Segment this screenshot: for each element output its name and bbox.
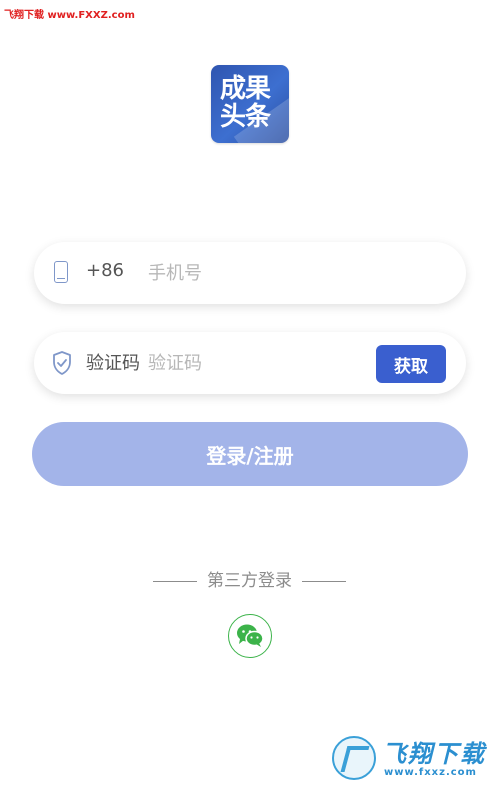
code-input-row: 验证码 获取 bbox=[34, 332, 466, 394]
wechat-login-button[interactable] bbox=[228, 614, 272, 658]
get-code-button[interactable]: 获取 bbox=[376, 345, 446, 383]
wechat-icon bbox=[237, 624, 264, 647]
logo-line2: 头条 bbox=[220, 102, 271, 132]
watermark-emblem bbox=[332, 736, 376, 780]
watermark-url: www.fxxz.com bbox=[384, 767, 477, 778]
third-party-login-label: 第三方登录 bbox=[207, 571, 292, 591]
phone-icon bbox=[54, 261, 68, 283]
code-label: 验证码 bbox=[86, 353, 140, 374]
watermark-top: 飞翔下载 www.FXXZ.com bbox=[4, 10, 135, 21]
app-logo: 成果 头条 bbox=[211, 65, 289, 143]
divider-line-right bbox=[302, 580, 346, 582]
code-input[interactable] bbox=[146, 349, 370, 377]
phone-input[interactable] bbox=[146, 259, 440, 287]
shield-check-icon bbox=[53, 351, 71, 375]
phone-input-row: +86 bbox=[34, 242, 466, 304]
third-party-login-divider: 第三方登录 bbox=[0, 566, 499, 591]
watermark-logo: 飞翔下载 www.fxxz.com bbox=[332, 734, 492, 784]
logo-line1: 成果 bbox=[220, 74, 271, 104]
country-code[interactable]: +86 bbox=[86, 260, 124, 281]
divider-line-left bbox=[153, 580, 197, 582]
watermark-title: 飞翔下载 bbox=[382, 740, 486, 768]
login-register-button[interactable]: 登录/注册 bbox=[32, 422, 468, 486]
